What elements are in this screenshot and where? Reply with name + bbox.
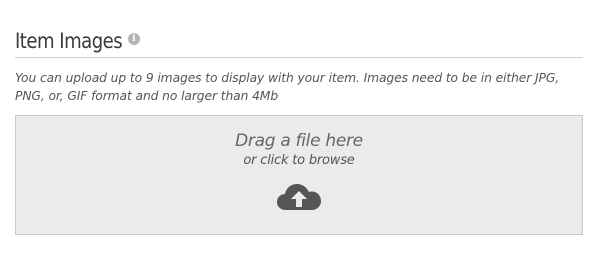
section-description: You can upload up to 9 images to display… — [15, 71, 560, 103]
info-icon[interactable]: i — [128, 33, 140, 45]
dropzone-secondary-text: or click to browse — [243, 153, 355, 168]
file-dropzone[interactable]: Drag a file here or click to browse — [15, 115, 583, 235]
section-title: Item Images — [15, 29, 123, 53]
item-images-section: Item Images i You can upload up to 9 ima… — [15, 24, 583, 105]
dropzone-primary-text: Drag a file here — [235, 131, 363, 151]
cloud-upload-icon — [277, 184, 321, 210]
section-header: Item Images — [15, 24, 583, 58]
